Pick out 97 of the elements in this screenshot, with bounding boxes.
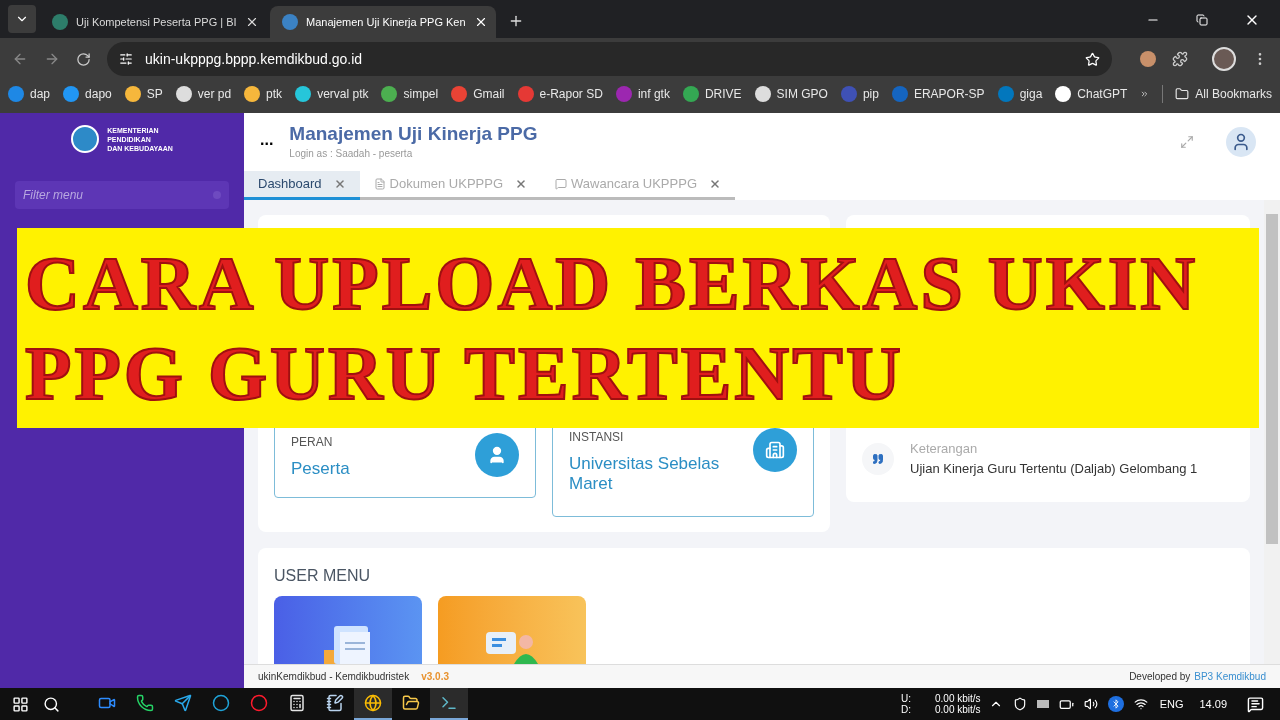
- extension-icon[interactable]: [1140, 51, 1156, 67]
- card-label: PERAN: [291, 434, 334, 451]
- banner-text: CARA UPLOAD BERKAS UKIN: [25, 240, 1200, 327]
- download-speed: 0.00 kbit/s: [935, 704, 981, 715]
- version-label: v3.0.3: [421, 670, 449, 684]
- bookmark-icon: [891, 86, 908, 102]
- login-info: Login as : Saadah - peserta: [289, 147, 414, 161]
- bookmark-item[interactable]: ptk: [244, 85, 283, 103]
- notification-icon[interactable]: [1247, 695, 1264, 713]
- bookmark-item[interactable]: verval ptk: [295, 85, 369, 103]
- wifi-icon[interactable]: [1133, 697, 1148, 711]
- tab-title: Uji Kompetensi Peserta PPG | BI: [76, 14, 237, 30]
- ministry-logo-icon: [71, 125, 100, 153]
- reload-icon[interactable]: [76, 51, 91, 67]
- bookmark-icon: [63, 86, 80, 102]
- browser-tab[interactable]: Uji Kompetensi Peserta PPG | BI: [40, 6, 266, 38]
- card-value: Peserta: [291, 459, 351, 479]
- document-icon: [373, 178, 386, 190]
- bookmark-icon: [295, 86, 312, 102]
- bluetooth-icon[interactable]: [1107, 696, 1124, 712]
- profile-avatar[interactable]: [1212, 47, 1236, 71]
- close-tab-icon[interactable]: [709, 178, 721, 190]
- bookmark-item[interactable]: Gmail: [451, 85, 505, 103]
- bookmark-item[interactable]: ERAPOR-SP: [891, 85, 985, 103]
- bookmark-item[interactable]: giga: [997, 85, 1043, 103]
- bookmark-icon: [244, 86, 261, 102]
- bookmark-icon: [451, 86, 468, 102]
- section-title: USER MENU: [274, 566, 371, 586]
- address-bar[interactable]: ukin-ukpppg.bppp.kemdikbud.go.id: [107, 42, 1112, 76]
- tab-title: Manajemen Uji Kinerja PPG Ken: [306, 14, 466, 30]
- restore-icon[interactable]: [1196, 14, 1208, 26]
- bookmark-icon: [1055, 86, 1072, 102]
- bookmark-icon: [997, 86, 1014, 102]
- forward-icon[interactable]: [44, 51, 60, 67]
- favicon-icon: [282, 14, 298, 30]
- folder-icon: [1175, 87, 1190, 101]
- favicon-icon: [52, 14, 68, 30]
- building-icon: [753, 428, 797, 472]
- menu-dots[interactable]: ...: [260, 127, 274, 152]
- bookmark-item[interactable]: pip: [840, 85, 879, 103]
- bookmark-icon: [615, 86, 632, 102]
- bookmark-icon: [381, 86, 398, 102]
- footer-text: ukinKemdikbud - Kemdikbudristek: [258, 670, 410, 684]
- bookmark-item[interactable]: SIM GPO: [754, 85, 828, 103]
- bookmark-item[interactable]: ChatGPT: [1055, 85, 1128, 103]
- bookmark-icon: [175, 86, 192, 102]
- app-tab[interactable]: Dashboard: [244, 171, 360, 200]
- volume-icon[interactable]: [1083, 697, 1098, 711]
- user-menu-tile[interactable]: [274, 596, 422, 664]
- bookmark-item[interactable]: simpel: [381, 85, 439, 103]
- bookmark-item[interactable]: DRIVE: [682, 85, 742, 103]
- bookmark-icon: [517, 86, 534, 102]
- card-value: Universitas Sebelas Maret: [569, 454, 721, 494]
- taskbar-app-icon[interactable]: [430, 688, 468, 720]
- security-icon[interactable]: [1012, 697, 1027, 711]
- footer-credit: Developed by: [1129, 670, 1191, 684]
- browser-tab[interactable]: Manajemen Uji Kinerja PPG Ken: [270, 6, 496, 38]
- site-info-icon[interactable]: [119, 52, 133, 66]
- bookmark-icon: [124, 86, 141, 102]
- user-avatar[interactable]: [1226, 126, 1256, 157]
- bookmark-item[interactable]: ver pd: [175, 85, 232, 103]
- back-icon[interactable]: [12, 51, 28, 67]
- close-tab-icon[interactable]: [515, 178, 528, 190]
- bookmark-icon: [754, 86, 771, 102]
- info-value: Ujian Kinerja Guru Tertentu (Daljab) Gelombang 1: [910, 459, 1198, 478]
- chat-icon: [555, 178, 568, 190]
- bookmark-icon: [840, 86, 857, 102]
- taskbar-app-icon[interactable]: [354, 688, 392, 720]
- info-label: Keterangan: [910, 440, 979, 458]
- bookmark-item[interactable]: dapo: [63, 85, 112, 103]
- extensions-icon[interactable]: [1172, 51, 1188, 67]
- url-text: ukin-ukpppg.bppp.kemdikbud.go.id: [145, 49, 364, 69]
- language-indicator[interactable]: ENG: [1159, 695, 1184, 713]
- banner-text: PPG GURU TERTENTU: [25, 330, 905, 417]
- user-menu-tile[interactable]: [438, 596, 586, 664]
- bookmark-item[interactable]: e-Rapor SD: [517, 85, 603, 103]
- bookmark-star-icon[interactable]: [1085, 51, 1100, 67]
- upload-label: U:: [901, 693, 912, 704]
- quote-icon: [862, 442, 894, 475]
- bookmark-item[interactable]: inf gtk: [615, 85, 670, 103]
- display-icon[interactable]: [1036, 700, 1049, 708]
- bookmark-item[interactable]: dap: [8, 85, 51, 103]
- bookmark-item[interactable]: SP: [124, 85, 163, 103]
- search-icon[interactable]: [43, 695, 60, 713]
- download-label: D:: [901, 704, 912, 715]
- start-icon[interactable]: [12, 695, 29, 713]
- all-bookmarks-item[interactable]: All Bookmarks: [1162, 85, 1272, 103]
- card-label: INSTANSI: [569, 429, 625, 446]
- new-tab-icon[interactable]: [508, 13, 524, 29]
- close-tab-icon[interactable]: [333, 178, 346, 190]
- bookmark-icon: [8, 86, 24, 102]
- upload-speed: 0.00 kbit/s: [935, 693, 981, 704]
- filter-menu-field[interactable]: Filter menu: [15, 181, 229, 209]
- app-title: Manajemen Uji Kinerja PPG: [289, 122, 538, 146]
- bookmark-icon: [682, 86, 699, 102]
- user-icon: [475, 433, 519, 477]
- clock[interactable]: 14.09: [1199, 695, 1227, 713]
